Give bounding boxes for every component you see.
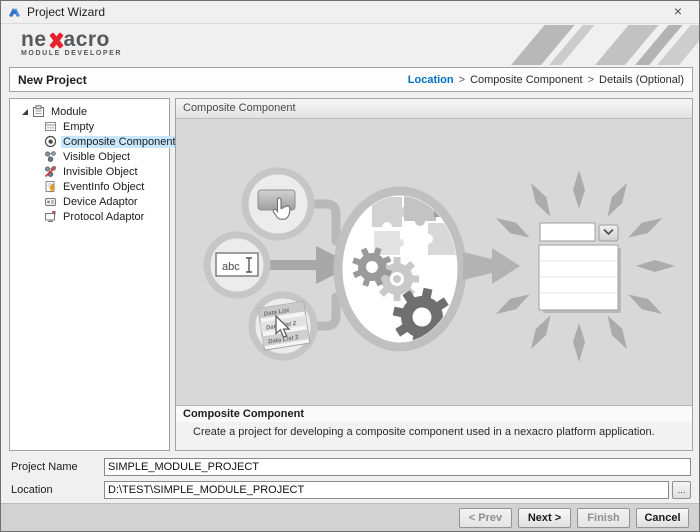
tree-item-label[interactable]: Composite Component bbox=[61, 136, 178, 148]
abc-sample-text: abc bbox=[222, 261, 240, 273]
close-button[interactable]: × bbox=[661, 1, 695, 22]
tree-expander-icon[interactable] bbox=[22, 109, 28, 115]
next-button[interactable]: Next > bbox=[518, 508, 571, 528]
tree-item-empty[interactable]: Empty bbox=[10, 119, 169, 134]
project-wizard-dialog: Project Wizard × neacro MODULE DEVELOPER… bbox=[0, 0, 700, 532]
footer-bar: < Prev Next > Finish Cancel bbox=[1, 503, 699, 532]
page-title: New Project bbox=[18, 73, 87, 87]
logo-text-left: ne bbox=[21, 30, 47, 50]
tree-item-protocol-adaptor[interactable]: Protocol Adaptor bbox=[10, 209, 169, 224]
nexacro-logo: neacro MODULE DEVELOPER bbox=[21, 30, 122, 57]
tree-item-label[interactable]: Empty bbox=[61, 121, 96, 133]
datalist-source-circle: Data List Data List 2 Data List 3 bbox=[252, 295, 314, 357]
tree-item-label[interactable]: Invisible Object bbox=[61, 166, 140, 178]
tree-item-invisible-object[interactable]: Invisible Object bbox=[10, 164, 169, 179]
detail-panel: Composite Component bbox=[175, 98, 693, 451]
module-type-tree: Module Empty Composite Component bbox=[9, 98, 170, 451]
breadcrumb-separator: > bbox=[459, 74, 465, 86]
empty-window-icon bbox=[44, 120, 57, 133]
location-label: Location bbox=[11, 481, 53, 499]
tree-item-label[interactable]: Module bbox=[49, 106, 89, 118]
composite-component-illustration: abc Data List Data List 2 Data List 3 bbox=[176, 119, 692, 405]
finish-button[interactable]: Finish bbox=[577, 508, 630, 528]
description-title: Composite Component bbox=[176, 405, 692, 422]
button-source-circle bbox=[245, 171, 311, 237]
module-clipboard-icon bbox=[32, 105, 45, 118]
composite-component-icon bbox=[44, 135, 57, 148]
logo-x-icon bbox=[48, 33, 63, 48]
nexacro-app-icon bbox=[8, 6, 21, 19]
breadcrumb: Location > Composite Component > Details… bbox=[408, 74, 684, 86]
decorative-stripes bbox=[469, 25, 699, 65]
invisible-object-icon bbox=[44, 165, 57, 178]
browse-button[interactable]: ... bbox=[672, 481, 691, 499]
logo-wordmark: neacro bbox=[21, 30, 122, 50]
logo-tagline: MODULE DEVELOPER bbox=[21, 50, 122, 57]
title-bar: Project Wizard × bbox=[1, 1, 699, 24]
description-text: Create a project for developing a compos… bbox=[176, 422, 692, 450]
tree-item-device-adaptor[interactable]: Device Adaptor bbox=[10, 194, 169, 209]
location-input[interactable] bbox=[104, 481, 669, 499]
breadcrumb-step-location[interactable]: Location bbox=[408, 74, 454, 86]
tree-item-label[interactable]: EventInfo Object bbox=[61, 181, 146, 193]
breadcrumb-separator: > bbox=[588, 74, 594, 86]
logo-text-right: acro bbox=[64, 30, 110, 50]
protocol-adaptor-icon bbox=[44, 210, 57, 223]
engine-ellipse bbox=[338, 191, 462, 351]
textbox-source-circle: abc bbox=[207, 235, 267, 295]
tree-item-label[interactable]: Device Adaptor bbox=[61, 196, 140, 208]
visible-object-icon bbox=[44, 150, 57, 163]
tree-item-label[interactable]: Visible Object bbox=[61, 151, 132, 163]
project-name-input[interactable] bbox=[104, 458, 691, 476]
prev-button[interactable]: < Prev bbox=[459, 508, 512, 528]
page-header-bar: New Project Location > Composite Compone… bbox=[9, 67, 693, 92]
tree-item-module[interactable]: Module bbox=[10, 104, 169, 119]
tree-item-composite-component[interactable]: Composite Component bbox=[10, 134, 169, 149]
window-title: Project Wizard bbox=[27, 5, 105, 19]
combobox-result bbox=[539, 223, 621, 313]
tree-item-eventinfo-object[interactable]: EventInfo Object bbox=[10, 179, 169, 194]
breadcrumb-step-details[interactable]: Details (Optional) bbox=[599, 74, 684, 86]
project-name-label: Project Name bbox=[11, 458, 78, 476]
breadcrumb-step-composite-component[interactable]: Composite Component bbox=[470, 74, 583, 86]
cancel-button[interactable]: Cancel bbox=[636, 508, 689, 528]
tree-item-visible-object[interactable]: Visible Object bbox=[10, 149, 169, 164]
input-arrow-shaft bbox=[266, 260, 318, 270]
device-adaptor-icon bbox=[44, 195, 57, 208]
eventinfo-object-icon bbox=[44, 180, 57, 193]
detail-panel-header: Composite Component bbox=[176, 99, 692, 119]
tree-item-label[interactable]: Protocol Adaptor bbox=[61, 211, 146, 223]
brand-band: neacro MODULE DEVELOPER bbox=[1, 25, 699, 65]
